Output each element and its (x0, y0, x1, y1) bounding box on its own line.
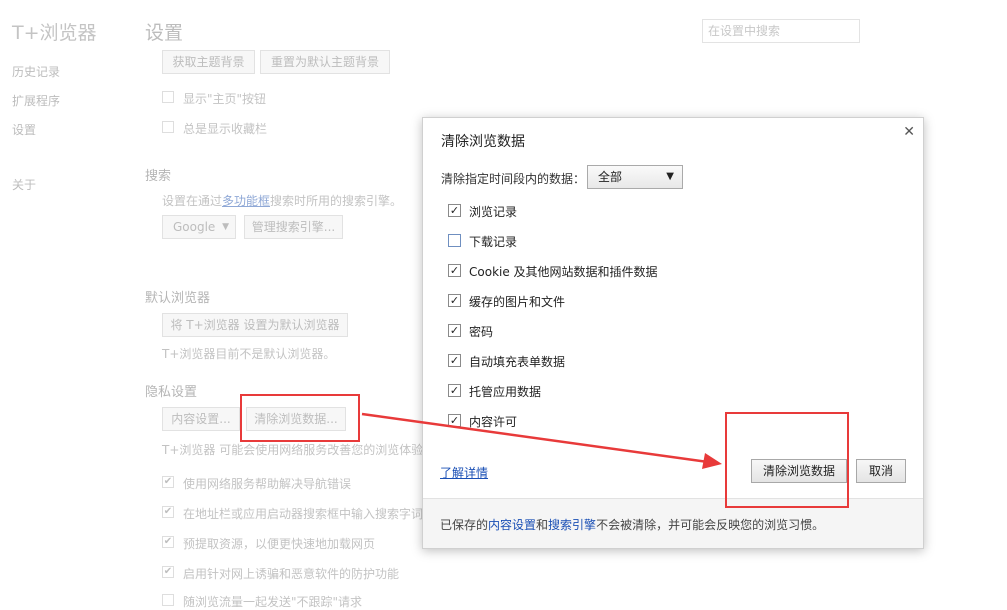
time-range-select[interactable]: 全部 ▼ (587, 165, 683, 189)
footer-note: 已保存的内容设置和搜索引擎不会被清除，并可能会反映您的浏览习惯。 (440, 518, 825, 532)
dialog-title: 清除浏览数据 (441, 134, 525, 150)
sidebar-item-about[interactable]: 关于 (12, 176, 36, 193)
highlight-box-clear-button (725, 412, 849, 508)
checkbox[interactable]: ✓ (448, 294, 461, 307)
content-settings-link[interactable]: 内容设置 (488, 518, 536, 532)
search-heading: 搜索 (145, 169, 172, 184)
option-label: 浏览记录 (469, 205, 518, 219)
page-title: 设置 (145, 22, 184, 44)
privacy-option-label: 预提取资源，以便更快速地加载网页 (183, 537, 376, 551)
checkbox[interactable]: ✓ (448, 204, 461, 217)
privacy-option-label: 启用针对网上诱骗和恶意软件的防护功能 (183, 567, 400, 581)
option-label: 下载记录 (469, 235, 518, 249)
chevron-down-icon: ▼ (222, 222, 229, 232)
search-engines-link[interactable]: 搜索引擎 (548, 518, 596, 532)
option-label: 内容许可 (469, 415, 518, 429)
cancel-button[interactable]: 取消 (856, 459, 906, 483)
checkbox[interactable]: ✓ (448, 384, 461, 397)
privacy-heading: 隐私设置 (145, 385, 198, 400)
learn-more-link[interactable]: 了解详情 (440, 464, 488, 481)
show-bookmarks-label: 总是显示收藏栏 (183, 122, 268, 136)
privacy-option-label: 在地址栏或应用启动器搜索框中输入搜索字词 (183, 507, 424, 521)
reset-theme-button[interactable]: 重置为默认主题背景 (260, 50, 390, 74)
privacy-option-checkbox[interactable]: ✔ (162, 476, 174, 488)
manage-search-engines-button[interactable]: 管理搜索引擎... (244, 215, 343, 239)
close-icon[interactable]: ✕ (903, 124, 915, 140)
chevron-down-icon: ▼ (666, 171, 674, 182)
sidebar-item-settings[interactable]: 设置 (12, 121, 36, 138)
option-label: Cookie 及其他网站数据和插件数据 (469, 265, 658, 279)
privacy-option-label: 使用网络服务帮助解决导航错误 (183, 477, 352, 491)
content-settings-button[interactable]: 内容设置... (162, 407, 240, 431)
privacy-description: T+浏览器 可能会使用网络服务改善您的浏览体验。 (162, 443, 436, 457)
omnibox-link[interactable]: 多功能框 (222, 194, 270, 208)
app-title: T+浏览器 (12, 22, 97, 44)
privacy-option-checkbox[interactable]: ✔ (162, 566, 174, 578)
show-home-checkbox[interactable] (162, 91, 174, 103)
sidebar-item-history[interactable]: 历史记录 (12, 63, 60, 80)
show-bookmarks-checkbox[interactable] (162, 121, 174, 133)
time-range-value: 全部 (598, 170, 623, 184)
checkbox[interactable]: ✓ (448, 324, 461, 337)
checkbox[interactable]: ✓ (448, 264, 461, 277)
get-theme-button[interactable]: 获取主题背景 (162, 50, 255, 74)
checkbox[interactable]: ✓ (448, 354, 461, 367)
privacy-option-checkbox[interactable]: ✔ (162, 536, 174, 548)
settings-search-input[interactable] (702, 19, 860, 43)
sidebar-item-extensions[interactable]: 扩展程序 (12, 92, 60, 109)
privacy-option-checkbox[interactable] (162, 594, 174, 606)
time-range-label: 清除指定时间段内的数据： (441, 172, 586, 186)
search-engine-dropdown[interactable]: Google ▼ (162, 215, 236, 239)
show-home-label: 显示"主页"按钮 (183, 92, 267, 106)
search-description: 设置在通过多功能框搜索时所用的搜索引擎。 (162, 194, 403, 208)
option-label: 自动填充表单数据 (469, 355, 566, 369)
option-label: 托管应用数据 (469, 385, 542, 399)
set-default-browser-button[interactable]: 将 T+浏览器 设置为默认浏览器 (162, 313, 348, 337)
privacy-option-label: 随浏览流量一起发送"不跟踪"请求 (183, 595, 363, 609)
checkbox[interactable]: ✓ (448, 414, 461, 427)
checkbox[interactable] (448, 234, 461, 247)
privacy-option-checkbox[interactable]: ✔ (162, 506, 174, 518)
default-browser-status: T+浏览器目前不是默认浏览器。 (162, 347, 336, 361)
option-label: 密码 (469, 325, 494, 339)
highlight-box-clear-link (240, 394, 360, 442)
default-browser-heading: 默认浏览器 (145, 291, 211, 306)
option-label: 缓存的图片和文件 (469, 295, 566, 309)
